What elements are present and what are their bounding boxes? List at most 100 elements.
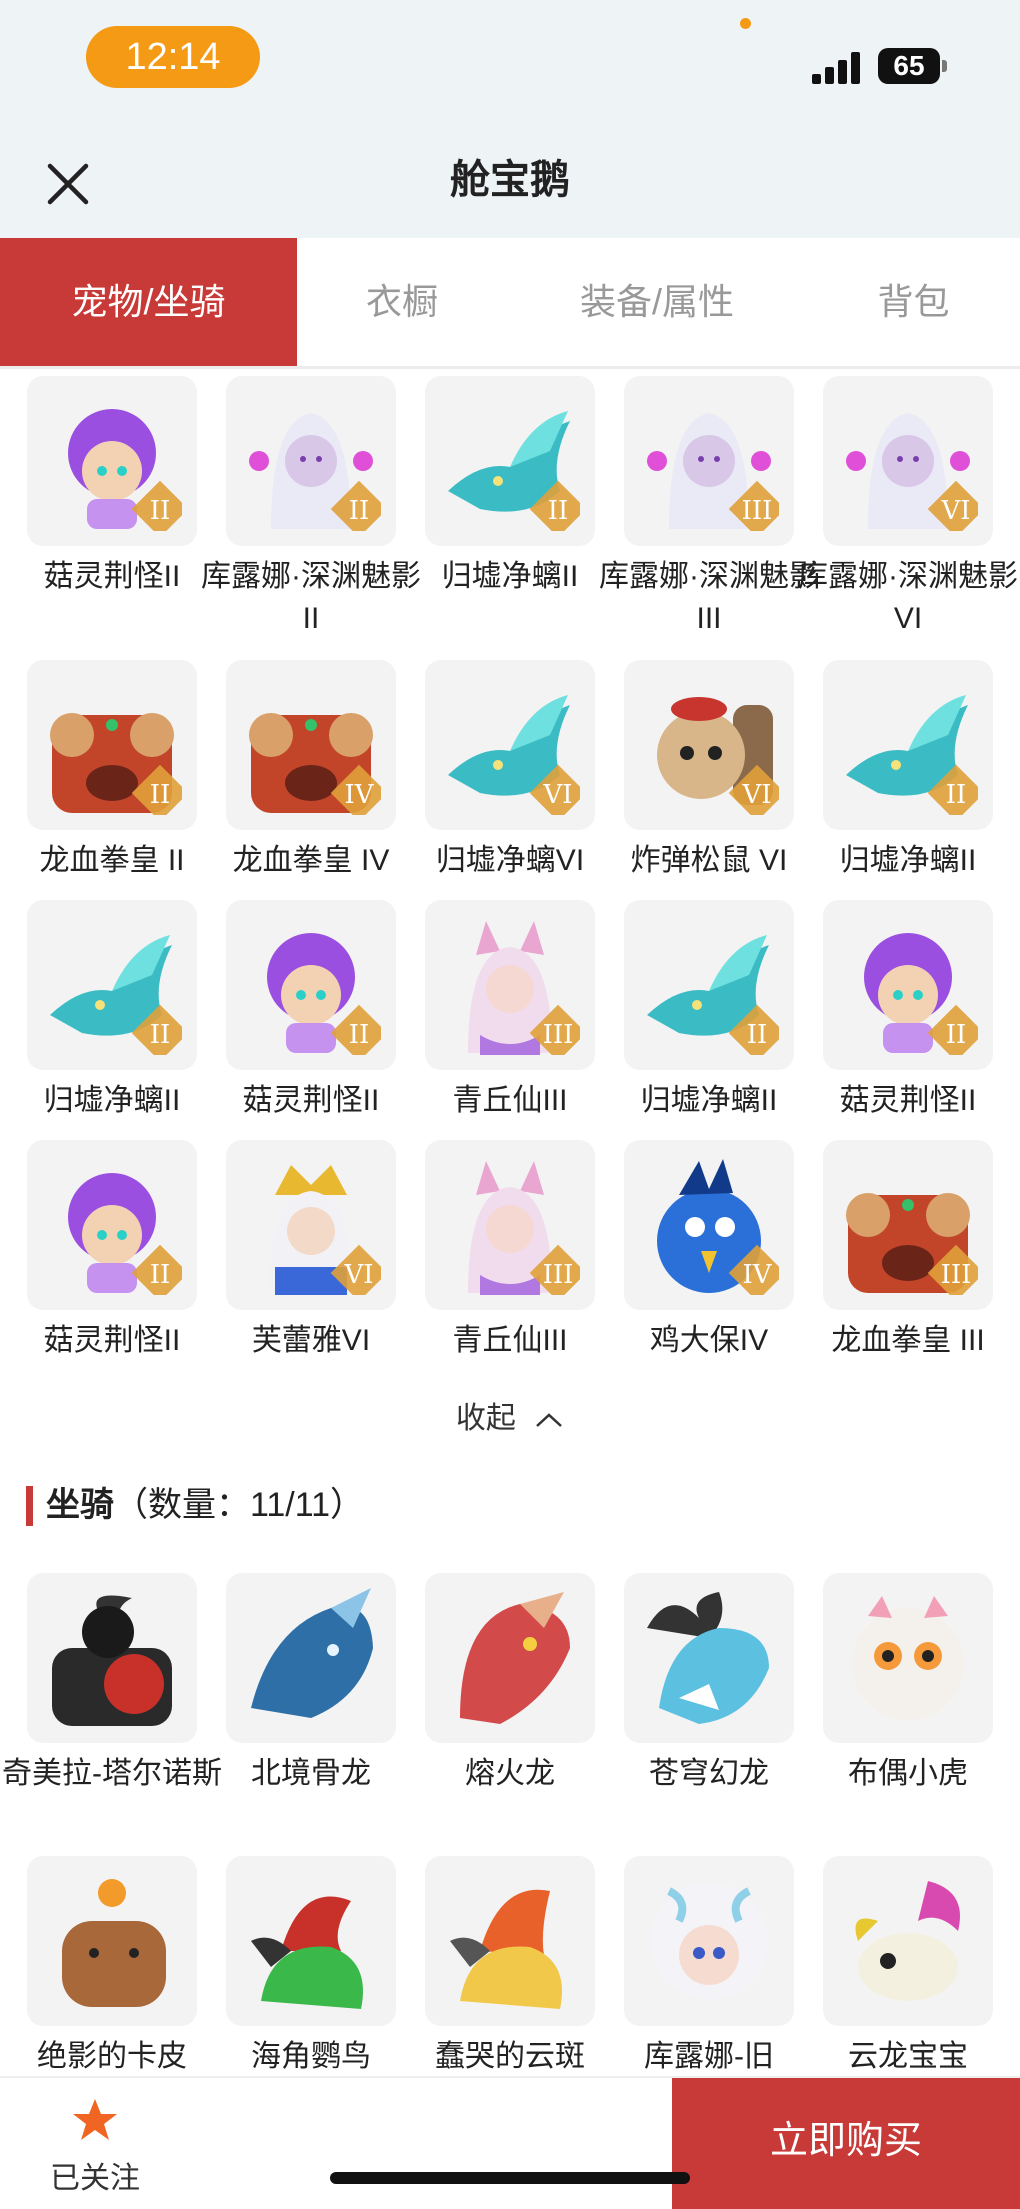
close-icon[interactable]	[40, 156, 96, 212]
svg-text:II: II	[349, 496, 370, 526]
item-name: 归墟净螭II	[441, 560, 579, 593]
red-ram-beast-icon: IV	[226, 660, 396, 830]
item-name: 归墟净螭II	[839, 844, 977, 877]
red-ram-beast-icon: II	[27, 660, 197, 830]
item-name: 归墟净螭II	[640, 1084, 778, 1117]
svg-text:VI: VI	[741, 780, 771, 810]
svg-text:II: II	[548, 496, 569, 526]
white-hair-girl-icon: III	[624, 376, 794, 546]
follow-label: 已关注	[50, 2162, 140, 2195]
item-name: 苍穹幻龙	[649, 1757, 769, 1790]
svg-text:IV: IV	[742, 1260, 772, 1290]
item-name: 熔火龙	[465, 1757, 555, 1790]
bottom-bar: 已关注 立即购买	[0, 2076, 1020, 2209]
mounts-count: （数量：11/11）	[114, 1486, 365, 1524]
white-hair-girl-icon: VI	[823, 376, 993, 546]
page-title: 舱宝鹅	[450, 158, 570, 202]
yellow-bird-icon	[425, 1856, 595, 2026]
purple-hair-goblin-icon: II	[27, 376, 197, 546]
collapse-label: 收起	[455, 1402, 516, 1435]
nav-bar: 舱宝鹅	[0, 120, 1020, 238]
svg-text:II: II	[150, 1020, 171, 1050]
svg-text:III: III	[941, 1260, 972, 1290]
fox-fairy-icon: III	[425, 900, 595, 1070]
mounts-section-title: 坐骑（数量：11/11）	[46, 1480, 364, 1530]
status-time: 12:14	[86, 26, 260, 88]
black-chimera-icon	[27, 1573, 197, 1743]
red-fire-dragon-icon	[425, 1573, 595, 1743]
level-badge: II	[131, 1244, 182, 1295]
svg-text:IV: IV	[344, 780, 374, 810]
teal-dragon-icon: II	[27, 900, 197, 1070]
svg-text:II: II	[150, 780, 171, 810]
level-badge: II	[131, 480, 182, 531]
svg-text:III: III	[543, 1260, 574, 1290]
green-parrot-icon	[226, 1856, 396, 2026]
item-name: 云龙宝宝	[848, 2040, 968, 2073]
item-name: 龙血拳皇 III	[831, 1324, 985, 1357]
battery-tip	[942, 60, 947, 72]
item-name: 蠢哭的云斑	[435, 2040, 585, 2073]
sheep-girl-icon	[624, 1856, 794, 2026]
cloth-tiger-icon	[823, 1573, 993, 1743]
follow-button[interactable]: 已关注	[40, 2096, 150, 2197]
tab-equipment[interactable]: 装备/属性	[507, 238, 807, 366]
item-name: 海角鹦鸟	[251, 2040, 371, 2073]
svg-text:II: II	[349, 1020, 370, 1050]
white-hair-girl-icon: II	[226, 376, 396, 546]
svg-text:VI: VI	[542, 780, 572, 810]
item-name: 龙血拳皇 IV	[232, 844, 390, 877]
item-name: 龙血拳皇 II	[39, 844, 185, 877]
svg-text:VI: VI	[343, 1260, 373, 1290]
item-name: 菇灵荆怪II	[43, 560, 181, 593]
chevron-up-icon	[536, 1413, 563, 1427]
blue-bone-dragon-icon	[226, 1573, 396, 1743]
item-name: 青丘仙III	[452, 1084, 568, 1117]
svg-text:III: III	[543, 1020, 574, 1050]
buy-now-button[interactable]: 立即购买	[672, 2078, 1020, 2209]
battery-icon: 65	[878, 48, 940, 84]
svg-text:VI: VI	[940, 496, 970, 526]
svg-text:II: II	[150, 496, 171, 526]
item-name: 绝影的卡皮	[37, 2040, 187, 2073]
fox-fairy-icon: III	[425, 1140, 595, 1310]
item-name: 鸡大保IV	[649, 1324, 769, 1357]
golden-crown-girl-icon: VI	[226, 1140, 396, 1310]
svg-text:II: II	[946, 1020, 967, 1050]
capybara-icon	[27, 1856, 197, 2026]
teal-dragon-icon: II	[624, 900, 794, 1070]
purple-hair-goblin-icon: II	[27, 1140, 197, 1310]
star-icon	[73, 2099, 117, 2140]
teal-dragon-icon: VI	[425, 660, 595, 830]
svg-text:II: II	[747, 1020, 768, 1050]
item-name: 布偶小虎	[848, 1757, 968, 1790]
item-name: 库露娜·深渊魅影III	[599, 560, 819, 635]
home-indicator	[330, 2172, 690, 2184]
pink-cloud-dragon-icon	[823, 1856, 993, 2026]
item-name: 归墟净螭VI	[435, 844, 585, 877]
mounts-title: 坐骑	[46, 1486, 114, 1524]
section-accent-bar	[26, 1486, 33, 1526]
tab-wardrobe[interactable]: 衣橱	[297, 238, 507, 366]
tab-bar: 宠物/坐骑 衣橱 装备/属性 背包	[0, 238, 1020, 369]
sky-dragon-icon	[624, 1573, 794, 1743]
item-name: 归墟净螭II	[43, 1084, 181, 1117]
cellular-signal-icon	[812, 52, 864, 84]
status-bar: 12:14 65	[0, 0, 1020, 120]
red-ram-beast-icon: III	[823, 1140, 993, 1310]
recording-dot	[740, 18, 751, 29]
item-name: 奇美拉-塔尔诺斯	[2, 1757, 222, 1790]
level-badge: II	[927, 1004, 978, 1055]
item-name: 菇灵荆怪II	[43, 1324, 181, 1357]
purple-hair-goblin-icon: II	[823, 900, 993, 1070]
collapse-button[interactable]: 收起	[0, 1393, 1020, 1437]
teal-dragon-icon: II	[425, 376, 595, 546]
teal-dragon-icon: II	[823, 660, 993, 830]
svg-text:II: II	[946, 780, 967, 810]
tab-backpack[interactable]: 背包	[807, 238, 1020, 366]
purple-hair-goblin-icon: II	[226, 900, 396, 1070]
item-name: 库露娜-旧	[644, 2040, 774, 2073]
tab-pets-mounts[interactable]: 宠物/坐骑	[0, 238, 297, 366]
squirrel-icon: VI	[624, 660, 794, 830]
svg-text:II: II	[150, 1260, 171, 1290]
